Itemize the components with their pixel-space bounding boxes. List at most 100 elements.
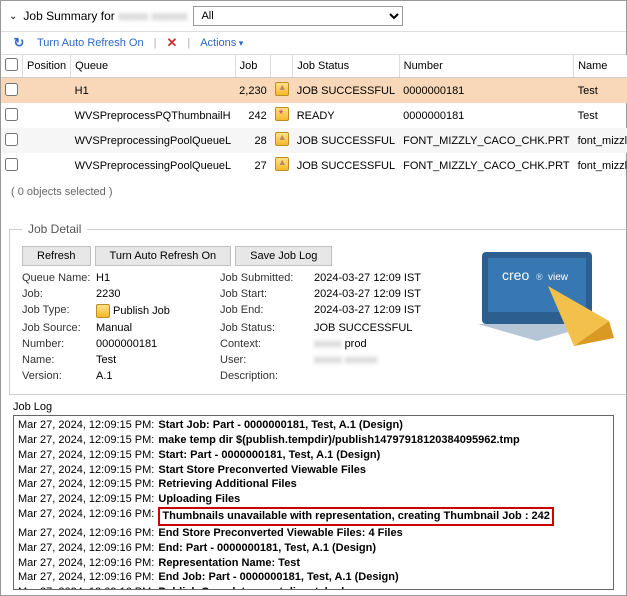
lbl-name: Name: — [22, 354, 92, 366]
summary-header: ⌄ Job Summary for xxxxx xxxxxx All — [1, 1, 626, 32]
col-queue[interactable]: Queue — [71, 55, 236, 78]
cell-job: 27 — [235, 153, 271, 178]
toolbar: Turn Auto Refresh On | ✕ | Actions — [1, 32, 626, 55]
row-checkbox[interactable] — [5, 158, 18, 171]
log-ts: Mar 27, 2024, 12:09:15 PM: — [18, 448, 158, 463]
title-user: xxxxx xxxxxx — [118, 9, 187, 23]
cell-name: Test — [574, 103, 627, 128]
lbl-job-start: Job Start: — [220, 288, 310, 300]
jobtype-icon — [275, 107, 289, 121]
lbl-context: Context: — [220, 338, 310, 350]
log-msg: End Job: Part - 0000000181, Test, A.1 (D… — [158, 570, 398, 585]
lbl-job-type: Job Type: — [22, 304, 92, 318]
log-ts: Mar 27, 2024, 12:09:15 PM: — [18, 418, 158, 433]
val-number: 0000000181 — [96, 338, 216, 350]
select-all-checkbox[interactable] — [5, 58, 18, 71]
cell-job: 28 — [235, 128, 271, 153]
log-ts: Mar 27, 2024, 12:09:15 PM: — [18, 433, 158, 448]
lbl-version: Version: — [22, 370, 92, 382]
val-job-source: Manual — [96, 322, 216, 334]
lbl-job-status: Job Status: — [220, 322, 310, 334]
refresh-button[interactable]: Refresh — [22, 246, 91, 266]
log-line: Mar 27, 2024, 12:09:15 PM:Start Store Pr… — [18, 463, 609, 478]
svg-text:creo: creo — [502, 267, 529, 283]
lbl-job-submitted: Job Submitted: — [220, 272, 310, 284]
cell-name: font_mizzly_caco.prt — [574, 153, 627, 178]
lbl-job-source: Job Source: — [22, 322, 92, 334]
cell-position — [23, 103, 71, 128]
job-detail-panel: Job Detail Refresh Turn Auto Refresh On … — [9, 222, 627, 395]
cell-position — [23, 78, 71, 104]
val-job: 2230 — [96, 288, 216, 300]
lbl-job: Job: — [22, 288, 92, 300]
svg-text:view: view — [548, 272, 569, 283]
col-name[interactable]: Name — [574, 55, 627, 78]
lbl-number: Number: — [22, 338, 92, 350]
lbl-user: User: — [220, 354, 310, 366]
log-line: Mar 27, 2024, 12:09:16 PM:End Store Prec… — [18, 526, 609, 541]
log-ts: Mar 27, 2024, 12:09:15 PM: — [18, 477, 158, 492]
row-checkbox[interactable] — [5, 108, 18, 121]
cell-job: 242 — [235, 103, 271, 128]
collapse-icon[interactable]: ⌄ — [9, 11, 17, 22]
col-job[interactable]: Job — [235, 55, 271, 78]
svg-text:®: ® — [536, 272, 543, 282]
publish-job-icon — [96, 304, 110, 318]
log-line: Mar 27, 2024, 12:09:16 PM:End Job: Part … — [18, 570, 609, 585]
cell-number: FONT_MIZZLY_CACO_CHK.PRT — [399, 153, 573, 178]
refresh-icon[interactable] — [11, 35, 27, 51]
table-row[interactable]: WVSPreprocessPQThumbnailH242READY0000000… — [1, 103, 627, 128]
jobtype-icon — [275, 157, 289, 171]
cell-queue: WVSPreprocessingPoolQueueL — [71, 128, 236, 153]
selection-status: ( 0 objects selected ) — [1, 178, 626, 208]
auto-refresh-button[interactable]: Turn Auto Refresh On — [95, 246, 232, 266]
cell-name: Test — [574, 78, 627, 104]
jobtype-icon — [275, 132, 289, 146]
save-log-button[interactable]: Save Job Log — [235, 246, 332, 266]
toolbar-sep: | — [154, 37, 157, 49]
log-msg: Uploading Files — [158, 492, 240, 507]
log-line: Mar 27, 2024, 12:09:15 PM:Retrieving Add… — [18, 477, 609, 492]
actions-menu[interactable]: Actions — [200, 37, 243, 49]
col-position[interactable]: Position — [23, 55, 71, 78]
cell-position — [23, 128, 71, 153]
table-row[interactable]: WVSPreprocessingPoolQueueL27JOB SUCCESSF… — [1, 153, 627, 178]
cell-status: READY — [293, 103, 399, 128]
job-table: Position Queue Job Job Status Number Nam… — [1, 55, 627, 178]
cell-position — [23, 153, 71, 178]
log-line: Mar 27, 2024, 12:09:16 PM:End: Part - 00… — [18, 541, 609, 556]
cell-status: JOB SUCCESSFUL — [293, 78, 399, 104]
cell-queue: WVSPreprocessPQThumbnailH — [71, 103, 236, 128]
log-msg: Representation Name: Test — [158, 556, 300, 571]
log-line: Mar 27, 2024, 12:09:15 PM:make temp dir … — [18, 433, 609, 448]
col-number[interactable]: Number — [399, 55, 573, 78]
log-msg: Retrieving Additional Files — [158, 477, 296, 492]
cell-number: FONT_MIZZLY_CACO_CHK.PRT — [399, 128, 573, 153]
lbl-job-end: Job End: — [220, 304, 310, 318]
job-log[interactable]: Mar 27, 2024, 12:09:15 PM:Start Job: Par… — [13, 415, 614, 590]
log-ts: Mar 27, 2024, 12:09:16 PM: — [18, 541, 158, 556]
log-ts: Mar 27, 2024, 12:09:15 PM: — [18, 463, 158, 478]
log-line: Mar 27, 2024, 12:09:16 PM:Thumbnails una… — [18, 507, 609, 526]
filter-dropdown[interactable]: All — [193, 6, 403, 26]
row-checkbox[interactable] — [5, 133, 18, 146]
cell-number: 0000000181 — [399, 78, 573, 104]
job-log-label: Job Log — [13, 401, 614, 413]
table-row[interactable]: H12,230JOB SUCCESSFUL0000000181TestA.1 — [1, 78, 627, 104]
col-status[interactable]: Job Status — [293, 55, 399, 78]
auto-refresh-link[interactable]: Turn Auto Refresh On — [37, 37, 144, 49]
page-title: Job Summary for xxxxx xxxxxx — [23, 9, 187, 23]
log-line: Mar 27, 2024, 12:09:15 PM:Uploading File… — [18, 492, 609, 507]
log-ts: Mar 27, 2024, 12:09:16 PM: — [18, 585, 158, 590]
table-row[interactable]: WVSPreprocessingPoolQueueL28 JOB SUCCESSF… — [1, 128, 627, 153]
cell-queue: WVSPreprocessingPoolQueueL — [71, 153, 236, 178]
jobtype-icon — [275, 82, 289, 96]
log-ts: Mar 27, 2024, 12:09:16 PM: — [18, 507, 158, 526]
cell-status: JOB SUCCESSFUL — [293, 128, 399, 153]
log-msg: Start Job: Part - 0000000181, Test, A.1 … — [158, 418, 403, 433]
row-checkbox[interactable] — [5, 83, 18, 96]
cancel-icon[interactable]: ✕ — [166, 35, 177, 51]
val-version: A.1 — [96, 370, 216, 382]
lbl-queue-name: Queue Name: — [22, 272, 92, 284]
lbl-description: Description: — [220, 370, 310, 382]
